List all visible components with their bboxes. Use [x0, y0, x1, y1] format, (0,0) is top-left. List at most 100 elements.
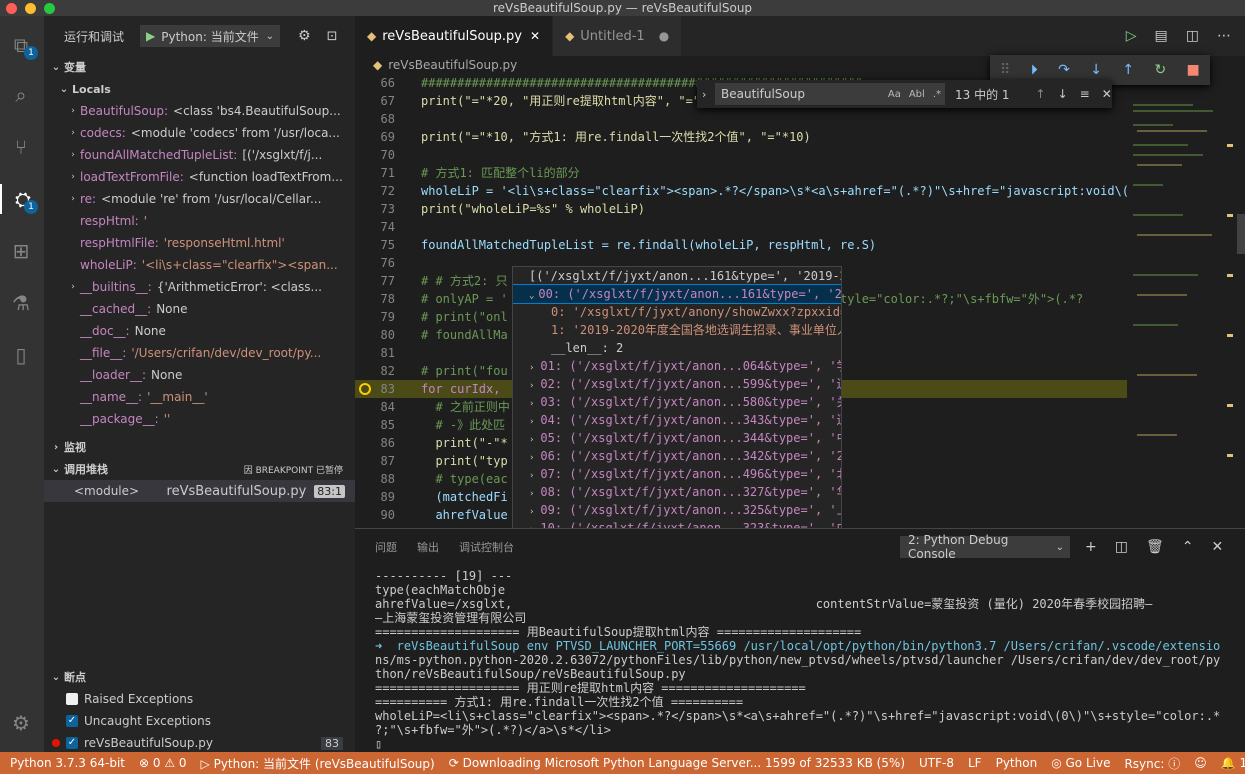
variables-header[interactable]: ⌄ 变量 — [44, 56, 355, 78]
variable-row[interactable]: › __builtins__: {'ArithmeticError': <class… — [44, 276, 355, 298]
code-line[interactable]: 74 — [355, 218, 1127, 236]
variable-row[interactable]: wholeLiP: '<li\s+class="clearfix"><span..… — [44, 254, 355, 276]
hover-item[interactable]: › 08: ('/xsglxt/f/jyxt/anon...327&type=',… — [513, 483, 841, 501]
step-over-icon[interactable]: ↷ — [1058, 62, 1070, 78]
maximize-panel-icon[interactable]: ⌃ — [1182, 539, 1194, 555]
hover-item-expanded[interactable]: ⌄ 00: ('/xsglxt/f/jyxt/anon...161&type=',… — [513, 284, 841, 304]
remote-explorer-icon[interactable]: ▯ — [6, 340, 36, 370]
previous-match-icon[interactable]: ↑ — [1036, 87, 1046, 101]
hover-subitem[interactable]: 1: '2019-2020年度全国各地选调生招录、事业单位人才 — [513, 321, 841, 339]
launch-config-select[interactable]: ▶ Python: 当前文件 ⌄ — [140, 25, 281, 47]
checkbox[interactable]: ✓ — [66, 715, 78, 727]
chevron-right-icon[interactable]: › — [66, 282, 80, 292]
rsync-status[interactable]: Rsync: ⓘ — [1117, 755, 1187, 772]
watch-header[interactable]: › 监视 — [44, 436, 355, 458]
breakpoint-uncaught-exceptions[interactable]: ✓ Uncaught Exceptions — [44, 710, 355, 732]
hover-item[interactable]: › 01: ('/xsglxt/f/jyxt/anon...064&type=',… — [513, 357, 841, 375]
testing-icon[interactable]: ⚗ — [6, 288, 36, 318]
variable-row[interactable]: __package__: '' — [44, 408, 355, 430]
launch-config-status[interactable]: ▷ Python: 当前文件 (reVsBeautifulSoup) — [194, 755, 442, 772]
match-word-icon[interactable]: Abl — [909, 89, 925, 100]
terminal-select[interactable]: 2: Python Debug Console ⌄ — [900, 533, 1070, 561]
variable-row[interactable]: respHtmlFile: 'responseHtml.html' — [44, 232, 355, 254]
find-input[interactable]: BeautifulSoup Aa Abl .* — [715, 83, 945, 105]
code-line[interactable]: 71 # 方式1: 匹配整个li的部分 — [355, 164, 1127, 182]
restart-icon[interactable]: ↻ — [1154, 62, 1166, 78]
callstack-header[interactable]: ⌄ 调用堆栈 因 BREAKPOINT 已暂停 — [44, 458, 355, 480]
explorer-icon[interactable]: ⧉ 1 — [6, 30, 38, 60]
minimize-window-button[interactable] — [25, 3, 36, 14]
variable-row[interactable]: __cached__: None — [44, 298, 355, 320]
code-line[interactable]: 70 — [355, 146, 1127, 164]
locals-header[interactable]: ⌄ Locals — [44, 78, 355, 100]
close-panel-icon[interactable]: ✕ — [1211, 539, 1223, 555]
chevron-right-icon[interactable]: › — [66, 150, 80, 160]
run-file-icon[interactable]: ▷ — [1126, 28, 1137, 44]
language-mode[interactable]: Python — [989, 756, 1045, 770]
step-out-icon[interactable]: ↑ — [1122, 62, 1134, 78]
variable-row[interactable]: › BeautifulSoup: <class 'bs4.BeautifulSoup… — [44, 100, 355, 122]
hover-item[interactable]: › 07: ('/xsglxt/f/jyxt/anon...496&type=',… — [513, 465, 841, 483]
chevron-right-icon[interactable]: › — [66, 128, 80, 138]
close-window-button[interactable] — [6, 3, 17, 14]
code-line[interactable]: 75 foundAllMatchedTupleList = re.findall(… — [355, 236, 1127, 254]
split-terminal-icon[interactable]: ◫ — [1115, 539, 1128, 555]
maximize-window-button[interactable] — [44, 3, 55, 14]
code-line[interactable]: 72 wholeLiP = '<li\s+class="clearfix"><sp… — [355, 182, 1127, 200]
step-into-icon[interactable]: ↓ — [1090, 62, 1102, 78]
gear-icon[interactable]: ⚙ — [298, 28, 311, 44]
encoding[interactable]: UTF-8 — [912, 756, 961, 770]
variable-row[interactable]: __doc__: None — [44, 320, 355, 342]
breakpoint-file[interactable]: ✓ reVsBeautifulSoup.py 83 — [44, 732, 355, 754]
code-line[interactable]: 69 print("="*10, "方式1: 用re.findall一次性找2个值… — [355, 128, 1127, 146]
minimap[interactable] — [1127, 74, 1245, 528]
hover-item[interactable]: › 02: ('/xsglxt/f/jyxt/anon...599&type=',… — [513, 375, 841, 393]
variable-row[interactable]: › loadTextFromFile: <function loadTextFrom… — [44, 166, 355, 188]
close-icon[interactable]: ✕ — [530, 29, 540, 43]
hover-item[interactable]: › 06: ('/xsglxt/f/jyxt/anon...342&type=',… — [513, 447, 841, 465]
checkbox[interactable] — [66, 693, 78, 705]
hover-item[interactable]: › 09: ('/xsglxt/f/jyxt/anon...325&type=',… — [513, 501, 841, 519]
variable-row[interactable]: › foundAllMatchedTupleList: [('/xsglxt/f/j… — [44, 144, 355, 166]
settings-gear-icon[interactable]: ⚙ — [6, 708, 36, 738]
tab-output[interactable]: 输出 — [417, 539, 439, 555]
variable-row[interactable]: __loader__: None — [44, 364, 355, 386]
breakpoints-header[interactable]: ⌄ 断点 — [44, 666, 355, 688]
end-of-line[interactable]: LF — [961, 756, 989, 770]
tab-untitled[interactable]: ◆ Untitled-1 ● — [553, 16, 683, 56]
open-changes-icon[interactable]: ▤ — [1155, 28, 1168, 44]
search-icon[interactable]: ⌕ — [6, 80, 36, 110]
hover-item[interactable]: › 03: ('/xsglxt/f/jyxt/anon...580&type=',… — [513, 393, 841, 411]
split-editor-icon[interactable]: ◫ — [1186, 28, 1199, 44]
code-line[interactable]: 68 — [355, 110, 1127, 128]
match-case-icon[interactable]: Aa — [888, 89, 901, 100]
notifications[interactable]: 🔔 1 — [1214, 756, 1245, 770]
chevron-right-icon[interactable]: › — [66, 106, 80, 116]
more-actions-icon[interactable]: ⋯ — [1217, 28, 1231, 44]
callstack-frame[interactable]: <module> reVsBeautifulSoup.py 83:1 — [44, 480, 355, 502]
debug-icon[interactable]: ⛭ 1 — [0, 184, 44, 214]
variable-row[interactable]: __file__: '/Users/crifan/dev/dev_root/py.… — [44, 342, 355, 364]
hover-subitem[interactable]: 0: '/xsglxt/f/jyxt/anony/showZwxx?zpxxid… — [513, 303, 841, 321]
trash-icon[interactable]: 🗑 — [1146, 539, 1164, 555]
breakpoint-paused-icon[interactable] — [359, 383, 371, 395]
add-terminal-icon[interactable]: + — [1085, 539, 1097, 555]
variable-row[interactable]: › codecs: <module 'codecs' from '/usr/loca… — [44, 122, 355, 144]
stop-icon[interactable]: ■ — [1187, 62, 1200, 78]
start-debugging-icon[interactable]: ▶ — [146, 29, 155, 43]
tab-debug-console[interactable]: 调试控制台 — [459, 539, 514, 555]
terminal-output[interactable]: ---------- [19] --- type(eachMatchObje ahr… — [375, 569, 1235, 751]
unsaved-dot-icon[interactable]: ● — [659, 29, 669, 43]
python-interpreter[interactable]: Python 3.7.3 64-bit — [0, 756, 132, 770]
chevron-right-icon[interactable]: › — [66, 194, 80, 204]
checkbox[interactable]: ✓ — [66, 737, 78, 749]
go-live[interactable]: ◎ Go Live — [1044, 756, 1117, 770]
close-icon[interactable]: ✕ — [1102, 87, 1112, 101]
hover-item[interactable]: › 05: ('/xsglxt/f/jyxt/anon...344&type=',… — [513, 429, 841, 447]
chevron-right-icon[interactable]: › — [66, 172, 80, 182]
toggle-replace-icon[interactable]: › — [702, 88, 706, 101]
next-match-icon[interactable]: ↓ — [1058, 87, 1068, 101]
extensions-icon[interactable]: ⊞ — [6, 236, 36, 266]
use-regex-icon[interactable]: .* — [933, 89, 941, 100]
variable-row[interactable]: respHtml: ' — [44, 210, 355, 232]
